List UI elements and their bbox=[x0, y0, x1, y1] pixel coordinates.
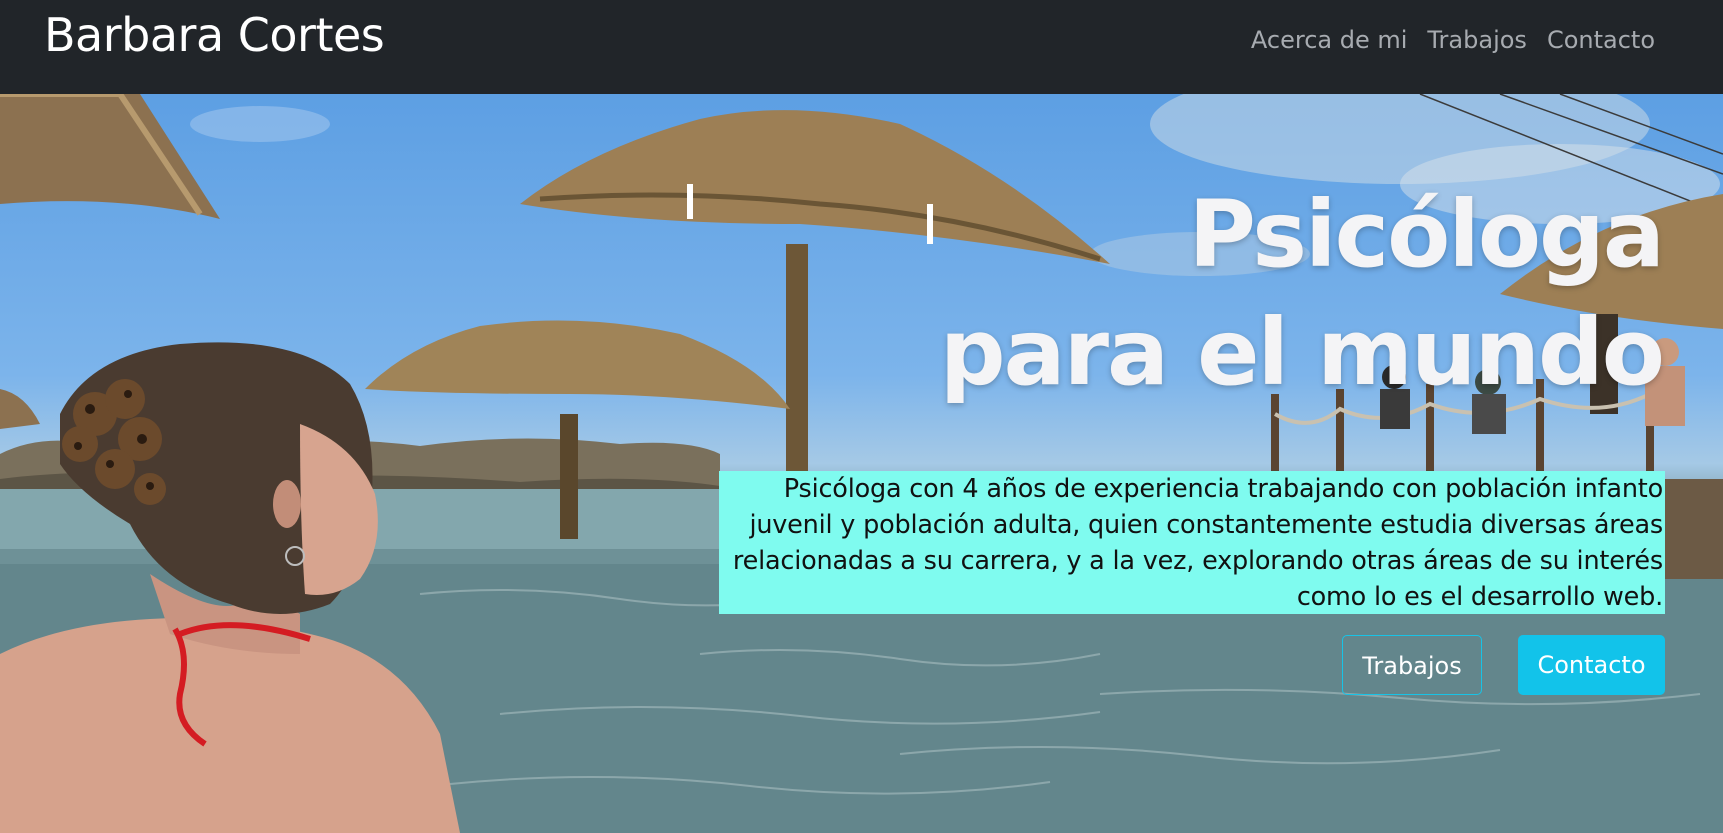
hero-headline: Psicóloga para el mundo bbox=[763, 176, 1665, 412]
brand-title[interactable]: Barbara Cortes bbox=[44, 8, 385, 62]
nav-link-trabajos[interactable]: Trabajos bbox=[1427, 26, 1527, 54]
trabajos-button[interactable]: Trabajos bbox=[1342, 635, 1482, 695]
hero-headline-line2: para el mundo bbox=[939, 299, 1665, 406]
contacto-button[interactable]: Contacto bbox=[1518, 635, 1665, 695]
hero-bio-text: Psicóloga con 4 años de experiencia trab… bbox=[719, 471, 1665, 614]
navbar: Barbara Cortes Acerca de mi Trabajos Con… bbox=[0, 0, 1723, 94]
nav-links: Acerca de mi Trabajos Contacto bbox=[1251, 26, 1655, 54]
nav-link-acerca[interactable]: Acerca de mi bbox=[1251, 26, 1408, 54]
hero-headline-line1: Psicóloga bbox=[1188, 181, 1665, 288]
hero-section: Psicóloga para el mundo Psicóloga con 4 … bbox=[0, 94, 1723, 833]
nav-link-contacto[interactable]: Contacto bbox=[1547, 26, 1655, 54]
